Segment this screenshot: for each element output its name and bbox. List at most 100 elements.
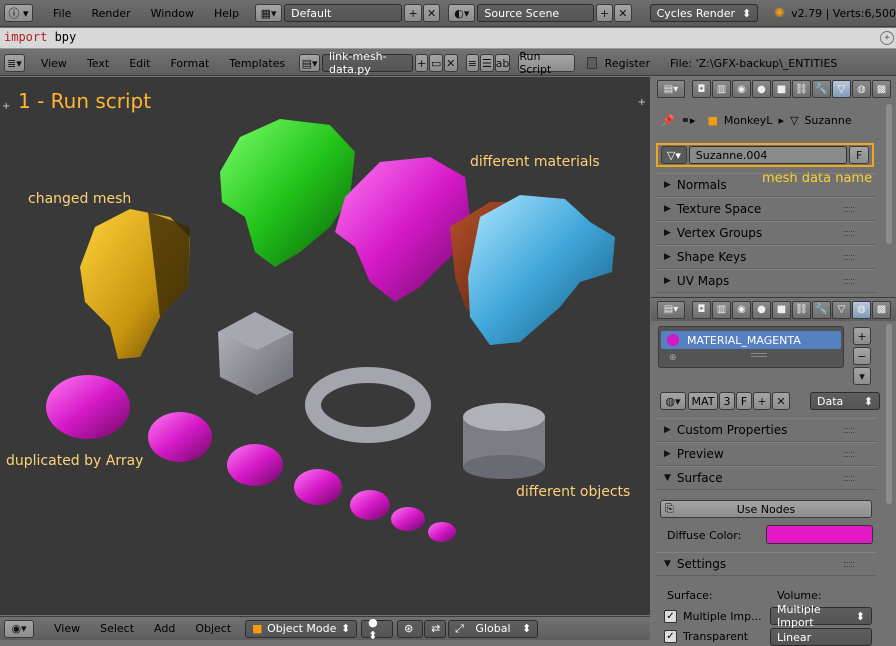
slot-list-resize-grip[interactable] [751, 353, 767, 357]
collapse-triangle-icon: ▶ [664, 252, 671, 262]
menu-file[interactable]: File [43, 7, 81, 20]
remove-slot-icon[interactable]: − [853, 347, 871, 365]
material-fake-user-button[interactable]: F [736, 392, 752, 410]
text-menu-edit[interactable]: Edit [119, 57, 160, 70]
view3d-menu-object[interactable]: Object [185, 622, 241, 635]
material-slot-item[interactable]: MATERIAL_MAGENTA [661, 331, 841, 349]
word-wrap-icon[interactable]: ☰ [480, 54, 494, 72]
text-editor-type-icon[interactable]: ≣▾ [4, 54, 25, 72]
add-slot-icon[interactable]: + [853, 327, 871, 345]
layout-selector-icon[interactable]: ▦▾ [255, 4, 283, 22]
panel-uv-maps[interactable]: ▶ UV Maps [656, 269, 876, 293]
material-tab-icon[interactable]: ◍ [852, 80, 871, 98]
menu-window[interactable]: Window [141, 7, 204, 20]
material-add-icon[interactable]: + [753, 392, 771, 410]
text-browse-icon[interactable]: ▤▾ [299, 54, 321, 72]
text-open-icon[interactable]: ▭ [429, 54, 443, 72]
use-nodes-button[interactable]: ⎘ Use Nodes [660, 500, 872, 518]
menu-render[interactable]: Render [81, 7, 140, 20]
3d-viewport[interactable]: 1 - Run script + + changed mesh differen… [0, 77, 650, 615]
panel-vertex-groups[interactable]: ▶ Vertex Groups [656, 221, 876, 245]
material-properties-scrollbar[interactable] [886, 324, 892, 504]
manipulator-toggle[interactable]: ⇄ [424, 619, 447, 638]
panel-normals[interactable]: ▶ Normals [656, 173, 876, 197]
object-mode-dropdown[interactable]: ■ Object Mode ⬍ [245, 619, 358, 638]
volume-sampling-dropdown[interactable]: Multiple Import ⬍ [770, 603, 872, 629]
panel-shape-keys[interactable]: ▶ Shape Keys [656, 245, 876, 269]
register-checkbox[interactable] [587, 57, 597, 69]
material-link-dropdown[interactable]: Data ⬍ [810, 392, 880, 410]
panel-surface[interactable]: ▼ Surface [656, 466, 876, 490]
properties-type-icon-2[interactable]: ▤▾ [657, 300, 685, 319]
panel-texture-space[interactable]: ▶ Texture Space [656, 197, 876, 221]
world-tab-icon[interactable]: ● [752, 80, 771, 98]
layout-field[interactable]: Default [284, 4, 403, 22]
scene-selector-icon[interactable]: ◐▾ [448, 4, 476, 22]
panel-custom-properties[interactable]: ▶ Custom Properties [656, 418, 876, 442]
constraints-tab-icon-2[interactable]: ⛓ [792, 300, 811, 319]
layout-remove-icon[interactable]: ✕ [422, 4, 441, 22]
text-unlink-icon[interactable]: ✕ [443, 54, 458, 72]
view3d-menu-add[interactable]: Add [144, 622, 185, 635]
material-tab-icon-2[interactable]: ◍ [852, 300, 871, 319]
texture-tab-icon-2[interactable]: ▩ [872, 300, 891, 319]
scene-remove-icon[interactable]: ✕ [614, 4, 632, 22]
view3d-menu-select[interactable]: Select [90, 622, 144, 635]
material-unlink-icon[interactable]: ✕ [772, 392, 790, 410]
pin-icon[interactable]: 📌 [661, 114, 675, 127]
slot-list-plus-icon[interactable]: ⊕ [669, 353, 677, 363]
mesh-fake-user-button[interactable]: F [849, 146, 870, 164]
python-console[interactable]: import bpy + [0, 28, 896, 49]
render-layers-tab-icon[interactable]: ▥ [712, 80, 731, 98]
modifiers-tab-icon[interactable]: 🔧 [812, 80, 831, 98]
scene-tab-icon[interactable]: ◉ [732, 80, 751, 98]
run-script-button[interactable]: Run Script [518, 50, 576, 76]
object-tab-icon-2[interactable]: ■ [772, 300, 791, 319]
mesh-properties-scrollbar[interactable] [886, 104, 892, 244]
pivot-dropdown[interactable]: ⊛ [397, 619, 424, 638]
render-engine-dropdown[interactable]: Cycles Render ⬍ [649, 4, 759, 22]
texture-tab-icon[interactable]: ▩ [872, 80, 891, 98]
interpolation-dropdown[interactable]: Linear [770, 628, 872, 646]
slot-specials-icon[interactable]: ▾ [853, 367, 871, 385]
panel-preview[interactable]: ▶ Preview [656, 442, 876, 466]
properties-type-icon[interactable]: ▤▾ [657, 80, 685, 98]
object-tab-icon[interactable]: ■ [772, 80, 791, 98]
mesh-name-field[interactable]: Suzanne.004 [688, 146, 848, 164]
text-menu-view[interactable]: View [31, 57, 77, 70]
scene-field[interactable]: Source Scene [477, 4, 594, 22]
3d-view-type-icon[interactable]: ◉▾ [4, 619, 34, 638]
view3d-menu-view[interactable]: View [44, 622, 90, 635]
mesh-browse-icon[interactable]: ▽▾ [661, 146, 687, 164]
constraints-tab-icon[interactable]: ⛓ [792, 80, 811, 98]
mesh-data-tab-icon[interactable]: ▽ [832, 80, 851, 98]
world-tab-icon-2[interactable]: ● [752, 300, 771, 319]
scene-tab-icon-2[interactable]: ◉ [732, 300, 751, 319]
render-tab-icon-2[interactable]: ◘ [692, 300, 711, 319]
panel-settings[interactable]: ▼ Settings [656, 552, 876, 576]
text-file-field[interactable]: link-mesh-data.py [322, 50, 413, 76]
scene-add-icon[interactable]: + [595, 4, 614, 22]
menu-help[interactable]: Help [204, 7, 249, 20]
render-tab-icon[interactable]: ◘ [692, 80, 711, 98]
transparent-checkbox[interactable]: ✓ [664, 630, 677, 643]
line-numbers-icon[interactable]: ≡ [465, 54, 480, 72]
render-layers-tab-icon-2[interactable]: ▥ [712, 300, 731, 319]
modifiers-tab-icon-2[interactable]: 🔧 [812, 300, 831, 319]
text-menu-format[interactable]: Format [161, 57, 220, 70]
console-scroll-icon[interactable]: + [880, 31, 894, 45]
material-users-count[interactable]: 3 [719, 392, 735, 410]
viewport-shading-dropdown[interactable]: ● ⬍ [361, 616, 394, 642]
mesh-data-tab-icon-2[interactable]: ▽ [832, 300, 851, 319]
transform-orientation-dropdown[interactable]: ⤢ Global ⬍ [448, 619, 539, 638]
layout-add-icon[interactable]: + [404, 4, 422, 22]
text-new-icon[interactable]: + [414, 54, 429, 72]
multiple-importance-checkbox[interactable]: ✓ [664, 610, 677, 623]
info-editor-type-button[interactable]: ⓘ ▾ [4, 4, 34, 22]
diffuse-color-swatch[interactable] [766, 525, 873, 544]
material-browse-icon[interactable]: ◍▾ [660, 392, 686, 410]
text-menu-templates[interactable]: Templates [219, 57, 295, 70]
text-menu-text[interactable]: Text [77, 57, 119, 70]
syntax-highlight-icon[interactable]: ab [494, 54, 511, 72]
material-name-field[interactable]: MAT [688, 392, 718, 410]
